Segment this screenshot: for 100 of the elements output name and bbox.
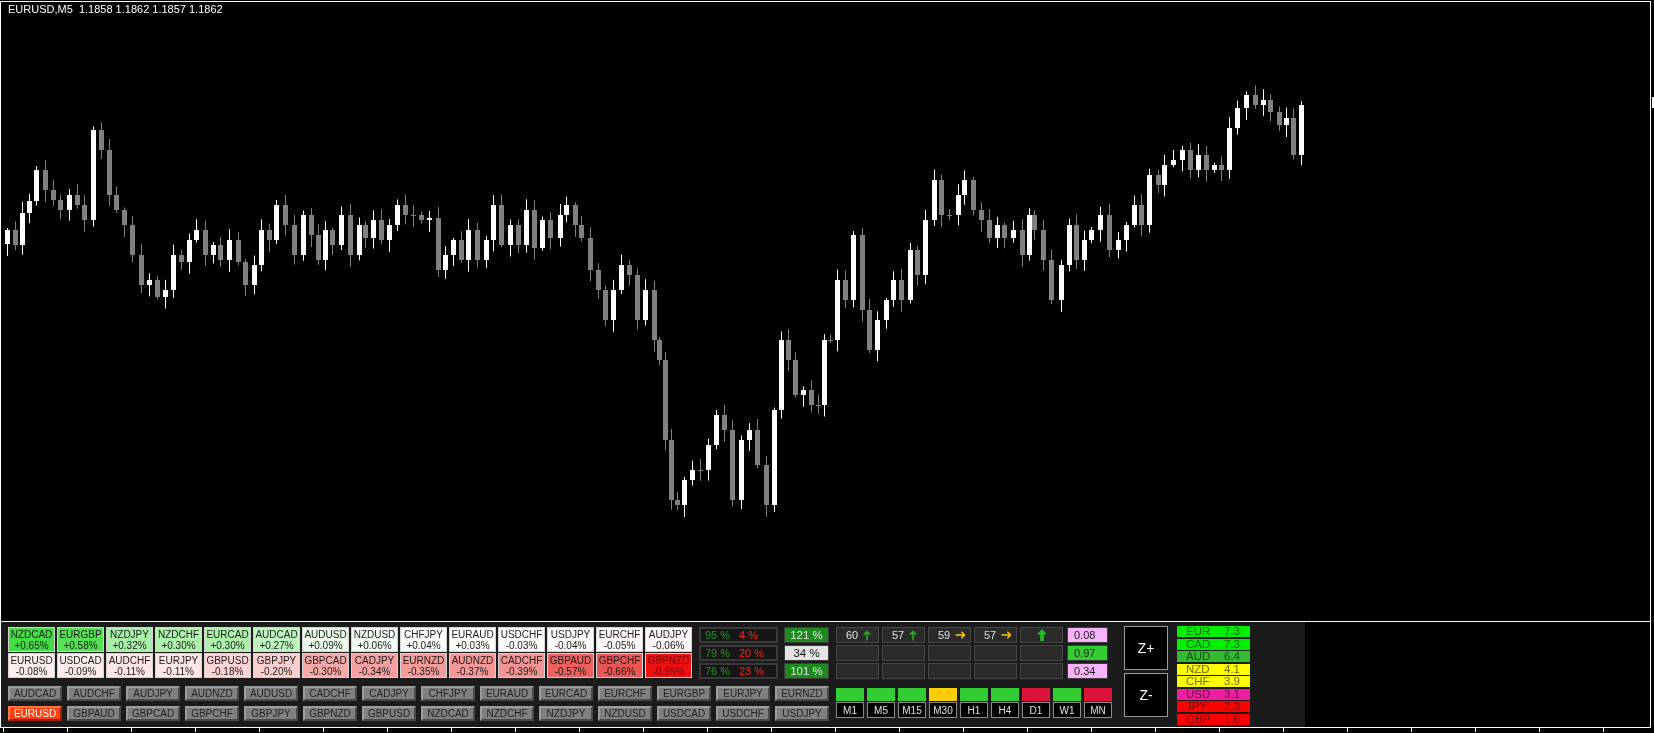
pair-name: NZDJPY (110, 628, 149, 640)
pair-button[interactable]: USDCAD (657, 706, 711, 721)
pair-button[interactable]: CADJPY (362, 686, 416, 701)
pair-name: AUDCHF (108, 654, 151, 666)
change-percent: +0.09% (308, 639, 343, 651)
pair-name: NZDCHF (157, 628, 200, 640)
pair-button[interactable]: EURCAD (539, 686, 593, 701)
pair-name: AUDJPY (648, 628, 689, 640)
negative-percent: 20 % (739, 647, 765, 659)
pair-name: NZDUSD (353, 628, 396, 640)
change-percent: +0.30% (210, 639, 245, 651)
pair-name: AUDUSD (304, 628, 347, 640)
pair-name: GBPNZD (647, 654, 690, 666)
pair-button[interactable]: AUDJPY (126, 686, 180, 701)
currency-code: CHF (1186, 676, 1210, 687)
pair-button[interactable]: USDCHF (716, 706, 770, 721)
timeframe-button[interactable]: M1 (836, 702, 864, 718)
pair-name: EURCHF (598, 628, 641, 640)
timeframe-button[interactable]: M30 (929, 702, 957, 718)
change-percent: -0.96% (652, 665, 685, 677)
pair-name: CADJPY (354, 654, 395, 666)
pair-name: AUDCAD (255, 628, 298, 640)
pair-name: GBPJPY (256, 654, 297, 666)
pair-name: EURCAD (206, 628, 249, 640)
strength-value: 6.4 (1224, 651, 1240, 662)
timeframe-button[interactable]: H1 (960, 702, 988, 718)
timeframe-button[interactable]: M15 (898, 702, 926, 718)
ratio-value: 121 % (784, 627, 829, 643)
indicator-cell (836, 645, 879, 661)
pair-button[interactable]: EURNZD (775, 686, 829, 701)
positive-percent: 79 % (704, 647, 732, 659)
change-percent: -0.04% (554, 639, 587, 651)
change-percent: +0.65% (14, 639, 49, 651)
timeframe-button[interactable]: D1 (1022, 702, 1050, 718)
change-percent: -0.20% (260, 665, 293, 677)
pair-name: GBPUSD (206, 654, 249, 666)
pair-button[interactable]: GBPUSD (362, 706, 416, 721)
pair-name: CHFJPY (404, 628, 443, 640)
timeframe-button[interactable]: H4 (991, 702, 1019, 718)
indicator-reading: 59 (938, 629, 951, 641)
pair-button[interactable]: GBPJPY (244, 706, 298, 721)
pair-name: EURGBP (59, 628, 102, 640)
indicator-value: 0.34 (1067, 663, 1108, 679)
pair-button[interactable]: NZDJPY (539, 706, 593, 721)
change-percent: -0.39% (505, 665, 538, 677)
negative-percent: 23 % (739, 665, 765, 677)
indicator-reading: 60 (846, 629, 859, 641)
pair-button[interactable]: GBPCAD (126, 706, 180, 721)
pair-button[interactable]: CADCHF (303, 686, 357, 701)
pair-button[interactable]: GBPAUD (67, 706, 121, 721)
pair-button[interactable]: NZDUSD (598, 706, 652, 721)
currency-code: AUD (1186, 651, 1211, 662)
chart-title: EURUSD,M5 1.1858 1.1862 1.1857 1.1862 (8, 3, 223, 16)
pair-name: GBPCAD (304, 654, 347, 666)
pair-button[interactable]: EURCHF (598, 686, 652, 701)
pair-button[interactable]: EURAUD (480, 686, 534, 701)
strength-value: 4.1 (1224, 663, 1240, 675)
pair-button[interactable]: EURGBP (657, 686, 711, 701)
timeframe-button[interactable]: W1 (1053, 702, 1081, 718)
indicator-cell (1020, 663, 1063, 679)
pair-name: AUDNZD (451, 654, 494, 666)
pair-button[interactable]: GBPNZD (303, 706, 357, 721)
currency-code: GBP (1186, 713, 1211, 725)
change-percent: -0.11% (163, 665, 194, 677)
indicator-value: 0.08 (1067, 627, 1108, 643)
pair-button[interactable]: AUDCHF (67, 686, 121, 701)
pair-button[interactable]: GBPCHF (185, 706, 239, 721)
change-percent: -0.03% (505, 639, 538, 651)
indicator-reading: 57 (984, 629, 997, 641)
pair-button[interactable]: EURJPY (716, 686, 770, 701)
pair-name: USDJPY (550, 628, 591, 640)
indicator-cell (882, 645, 925, 661)
zoom-button[interactable]: Z+ (1124, 626, 1168, 670)
timeframe-button[interactable]: MN (1084, 702, 1112, 718)
pair-button[interactable]: AUDCAD (8, 686, 62, 701)
negative-percent: 4 % (739, 629, 758, 641)
pair-button[interactable]: NZDCHF (480, 706, 534, 721)
currency-code: USD (1186, 688, 1211, 700)
currency-code: NZD (1186, 663, 1210, 675)
pair-button[interactable]: USDJPY (775, 706, 829, 721)
zoom-button[interactable]: Z- (1124, 673, 1168, 717)
pair-button[interactable]: CHFJPY (421, 686, 475, 701)
indicator-cell (928, 645, 971, 661)
pair-button[interactable]: AUDUSD (244, 686, 298, 701)
change-percent: +0.30% (161, 639, 196, 651)
timeframe-button[interactable]: M5 (867, 702, 895, 718)
change-percent: -0.35% (407, 665, 440, 677)
pair-button[interactable]: AUDNZD (185, 686, 239, 701)
change-percent: -0.05% (603, 639, 636, 651)
strength-value: 7.3 (1224, 638, 1240, 650)
strength-value: 3.1 (1224, 688, 1240, 700)
change-percent: -0.08% (15, 665, 48, 677)
indicator-cell (974, 663, 1017, 679)
currency-code: JPY (1186, 701, 1208, 712)
pair-button[interactable]: EURUSD (8, 706, 62, 721)
indicator-reading: 57 (892, 629, 905, 641)
pair-button[interactable]: NZDCAD (421, 706, 475, 721)
strength-value: 3.9 (1224, 676, 1240, 687)
pair-name: EURJPY (158, 654, 199, 666)
pair-name: USDCAD (59, 654, 102, 666)
